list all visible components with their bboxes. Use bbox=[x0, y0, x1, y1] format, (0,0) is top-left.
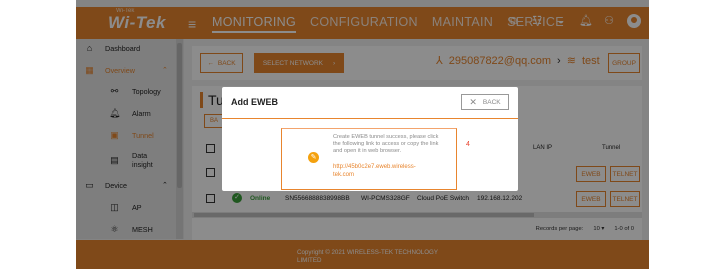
add-eweb-dialog: Add EWEB ✕ BACK ✎ Create EWEB tunnel suc… bbox=[222, 87, 518, 191]
eweb-link[interactable]: http://45b0c2e7.eweb.wireless-tek.com bbox=[333, 163, 433, 179]
dialog-back-label: BACK bbox=[482, 98, 501, 106]
tunnel-success-message: ✎ Create EWEB tunnel success, please cli… bbox=[281, 128, 457, 190]
divider bbox=[222, 118, 518, 119]
link-icon: ✎ bbox=[308, 152, 319, 163]
dialog-back-button[interactable]: ✕ BACK bbox=[461, 94, 509, 110]
close-icon: ✕ bbox=[469, 96, 477, 107]
dialog-title: Add EWEB bbox=[231, 97, 278, 107]
annotation-number: 4 bbox=[466, 141, 470, 148]
success-text: Create EWEB tunnel success, please click… bbox=[333, 134, 439, 154]
